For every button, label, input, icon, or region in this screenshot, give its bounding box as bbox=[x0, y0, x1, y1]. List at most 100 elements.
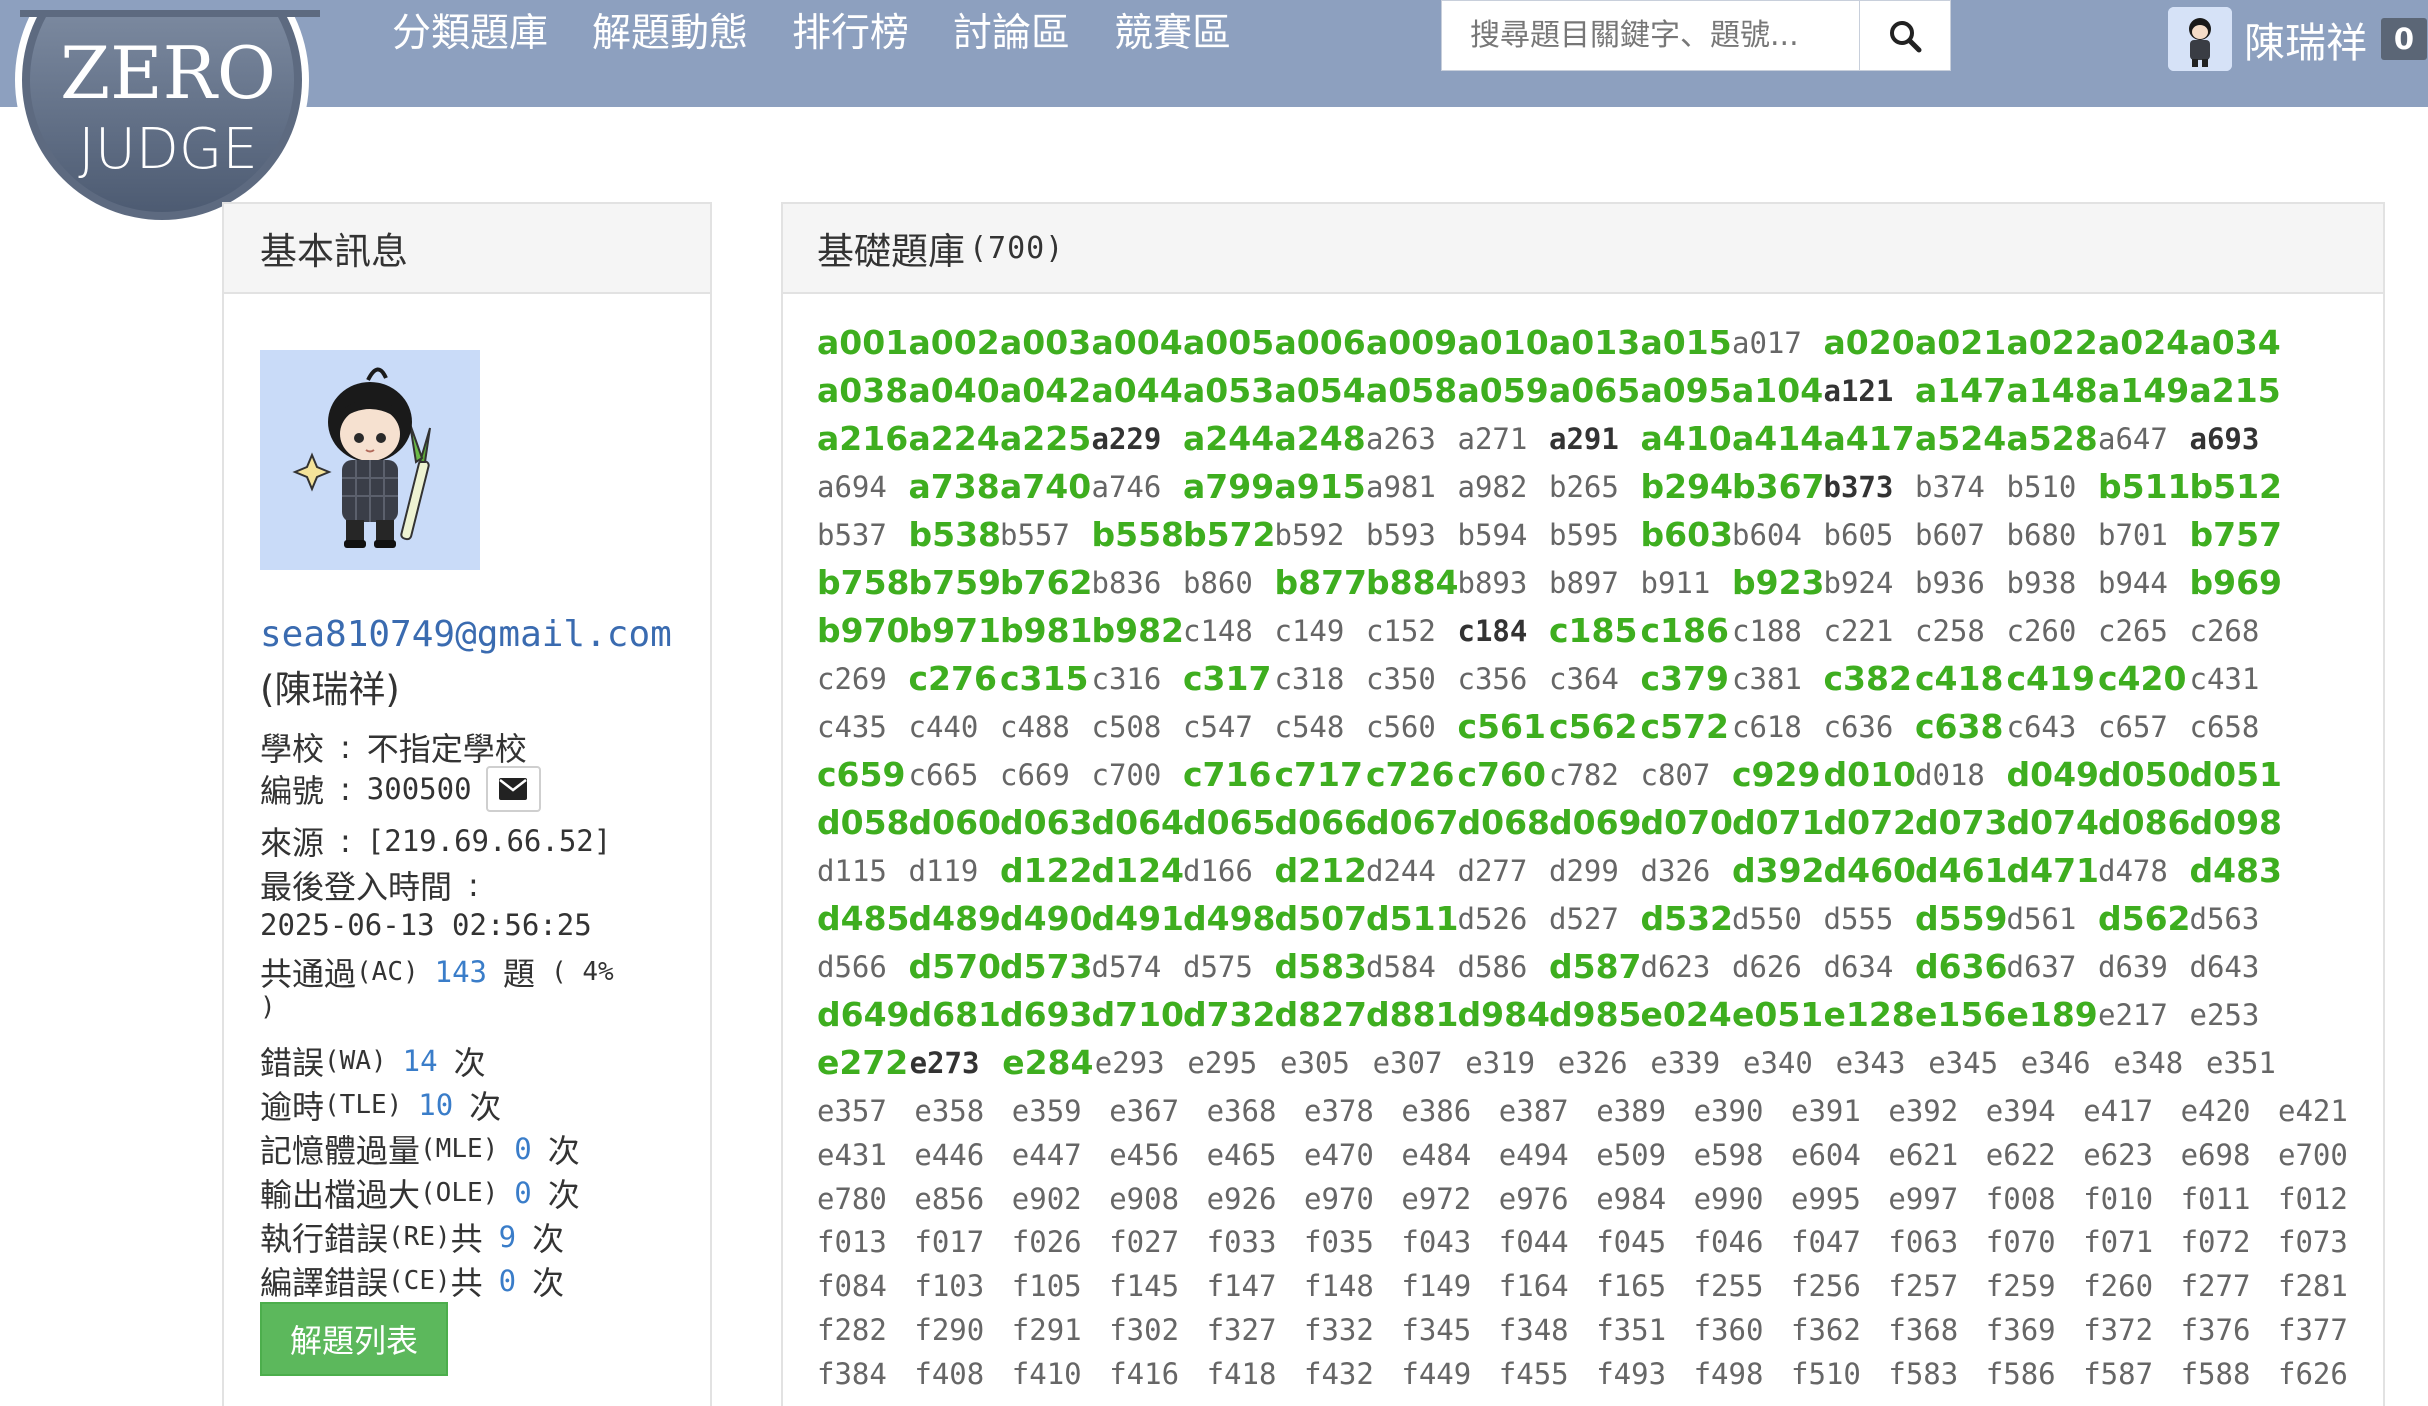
tle-count[interactable]: 10 bbox=[418, 1088, 453, 1122]
problem-link-d073[interactable]: d073 bbox=[1915, 803, 2008, 843]
problem-link-d326[interactable]: d326 bbox=[1641, 851, 1711, 891]
problem-link-f416[interactable]: f416 bbox=[1109, 1354, 1179, 1394]
problem-link-a693[interactable]: a693 bbox=[2190, 419, 2260, 459]
problem-link-e621[interactable]: e621 bbox=[1888, 1135, 1958, 1175]
problem-link-d478[interactable]: d478 bbox=[2098, 851, 2168, 891]
problem-link-a740[interactable]: a740 bbox=[1000, 467, 1091, 507]
problem-link-b510[interactable]: b510 bbox=[2007, 467, 2077, 507]
problem-link-c488[interactable]: c488 bbox=[1000, 707, 1070, 747]
problem-link-e976[interactable]: e976 bbox=[1499, 1179, 1569, 1219]
problem-link-d010[interactable]: d010 bbox=[1824, 755, 1917, 795]
problem-link-f368[interactable]: f368 bbox=[1888, 1310, 1958, 1350]
problem-link-d392[interactable]: d392 bbox=[1732, 851, 1825, 891]
problem-link-d643[interactable]: d643 bbox=[2190, 947, 2260, 987]
problem-link-e295[interactable]: e295 bbox=[1187, 1043, 1257, 1083]
problem-link-c657[interactable]: c657 bbox=[2098, 707, 2168, 747]
problem-link-f145[interactable]: f145 bbox=[1109, 1266, 1179, 1306]
problem-link-c364[interactable]: c364 bbox=[1549, 659, 1619, 699]
problem-link-a024[interactable]: a024 bbox=[2098, 323, 2189, 363]
problem-link-d068[interactable]: d068 bbox=[1458, 803, 1551, 843]
problem-link-c381[interactable]: c381 bbox=[1732, 659, 1802, 699]
problem-link-e926[interactable]: e926 bbox=[1207, 1179, 1277, 1219]
problem-link-a001[interactable]: a001 bbox=[817, 323, 908, 363]
send-message-button[interactable] bbox=[485, 766, 541, 812]
ce-count[interactable]: 0 bbox=[499, 1264, 516, 1298]
problem-link-b971[interactable]: b971 bbox=[909, 611, 1002, 651]
problem-link-c269[interactable]: c269 bbox=[817, 659, 887, 699]
problem-link-c440[interactable]: c440 bbox=[909, 707, 979, 747]
problem-link-d050[interactable]: d050 bbox=[2098, 755, 2191, 795]
problem-link-f010[interactable]: f010 bbox=[2083, 1179, 2153, 1219]
problem-link-b558[interactable]: b558 bbox=[1092, 515, 1185, 555]
problem-link-f255[interactable]: f255 bbox=[1694, 1266, 1764, 1306]
problem-link-d681[interactable]: d681 bbox=[909, 995, 1002, 1035]
problem-link-d649[interactable]: d649 bbox=[817, 995, 910, 1035]
problem-link-d827[interactable]: d827 bbox=[1275, 995, 1368, 1035]
solved-list-button[interactable]: 解題列表 bbox=[260, 1302, 448, 1376]
problem-link-d018[interactable]: d018 bbox=[1915, 755, 1985, 795]
problem-link-b877[interactable]: b877 bbox=[1275, 563, 1368, 603]
problem-link-e420[interactable]: e420 bbox=[2181, 1091, 2251, 1131]
problem-link-c618[interactable]: c618 bbox=[1732, 707, 1802, 747]
problem-link-d584[interactable]: d584 bbox=[1366, 947, 1436, 987]
problem-link-b592[interactable]: b592 bbox=[1275, 515, 1345, 555]
problem-link-a004[interactable]: a004 bbox=[1092, 323, 1183, 363]
problem-link-c318[interactable]: c318 bbox=[1275, 659, 1345, 699]
problem-link-c350[interactable]: c350 bbox=[1366, 659, 1436, 699]
problem-link-d732[interactable]: d732 bbox=[1183, 995, 1276, 1035]
problem-link-e908[interactable]: e908 bbox=[1109, 1179, 1179, 1219]
problem-link-c807[interactable]: c807 bbox=[1641, 755, 1711, 795]
problem-link-a982[interactable]: a982 bbox=[1458, 467, 1528, 507]
problem-link-e358[interactable]: e358 bbox=[914, 1091, 984, 1131]
problem-link-e456[interactable]: e456 bbox=[1109, 1135, 1179, 1175]
problem-link-e494[interactable]: e494 bbox=[1499, 1135, 1569, 1175]
problem-link-e367[interactable]: e367 bbox=[1109, 1091, 1179, 1131]
problem-link-d498[interactable]: d498 bbox=[1183, 899, 1276, 939]
problem-link-d710[interactable]: d710 bbox=[1092, 995, 1185, 1035]
problem-link-e902[interactable]: e902 bbox=[1012, 1179, 1082, 1219]
problem-link-c665[interactable]: c665 bbox=[909, 755, 979, 795]
mle-count[interactable]: 0 bbox=[514, 1132, 531, 1166]
problem-link-a095[interactable]: a095 bbox=[1641, 371, 1732, 411]
problem-link-b911[interactable]: b911 bbox=[1641, 563, 1711, 603]
problem-link-d489[interactable]: d489 bbox=[909, 899, 1002, 939]
nav-item-categories[interactable]: 分類題庫 bbox=[370, 0, 570, 68]
problem-link-f408[interactable]: f408 bbox=[914, 1354, 984, 1394]
problem-link-d483[interactable]: d483 bbox=[2190, 851, 2283, 891]
problem-link-a042[interactable]: a042 bbox=[1000, 371, 1091, 411]
problem-link-b604[interactable]: b604 bbox=[1732, 515, 1802, 555]
problem-link-e700[interactable]: e700 bbox=[2278, 1135, 2348, 1175]
problem-link-f290[interactable]: f290 bbox=[914, 1310, 984, 1350]
problem-link-c149[interactable]: c149 bbox=[1275, 611, 1345, 651]
problem-link-d098[interactable]: d098 bbox=[2190, 803, 2283, 843]
problem-link-d277[interactable]: d277 bbox=[1458, 851, 1528, 891]
problem-link-c258[interactable]: c258 bbox=[1915, 611, 1985, 651]
problem-link-d490[interactable]: d490 bbox=[1000, 899, 1093, 939]
problem-link-e392[interactable]: e392 bbox=[1888, 1091, 1958, 1131]
problem-link-b924[interactable]: b924 bbox=[1824, 563, 1894, 603]
problem-link-a010[interactable]: a010 bbox=[1458, 323, 1549, 363]
problem-link-c658[interactable]: c658 bbox=[2190, 707, 2260, 747]
problem-link-c782[interactable]: c782 bbox=[1549, 755, 1619, 795]
problem-link-e997[interactable]: e997 bbox=[1888, 1179, 1958, 1219]
problem-link-c315[interactable]: c315 bbox=[1000, 659, 1088, 699]
problem-link-b923[interactable]: b923 bbox=[1732, 563, 1825, 603]
problem-link-e470[interactable]: e470 bbox=[1304, 1135, 1374, 1175]
problem-link-d115[interactable]: d115 bbox=[817, 851, 887, 891]
problem-link-a015[interactable]: a015 bbox=[1641, 323, 1732, 363]
problem-link-d881[interactable]: d881 bbox=[1366, 995, 1459, 1035]
nav-item-ranking[interactable]: 排行榜 bbox=[770, 0, 931, 68]
problem-link-b294[interactable]: b294 bbox=[1641, 467, 1734, 507]
problem-link-f302[interactable]: f302 bbox=[1109, 1310, 1179, 1350]
problem-link-d063[interactable]: d063 bbox=[1000, 803, 1093, 843]
problem-link-f587[interactable]: f587 bbox=[2083, 1354, 2153, 1394]
problem-link-d491[interactable]: d491 bbox=[1092, 899, 1185, 939]
problem-link-c276[interactable]: c276 bbox=[909, 659, 997, 699]
problem-link-e368[interactable]: e368 bbox=[1207, 1091, 1277, 1131]
problem-link-c760[interactable]: c760 bbox=[1458, 755, 1546, 795]
problem-link-d555[interactable]: d555 bbox=[1824, 899, 1894, 939]
problem-link-d985[interactable]: d985 bbox=[1549, 995, 1642, 1035]
problem-link-e340[interactable]: e340 bbox=[1743, 1043, 1813, 1083]
problem-link-e378[interactable]: e378 bbox=[1304, 1091, 1374, 1131]
problem-link-a271[interactable]: a271 bbox=[1458, 419, 1528, 459]
